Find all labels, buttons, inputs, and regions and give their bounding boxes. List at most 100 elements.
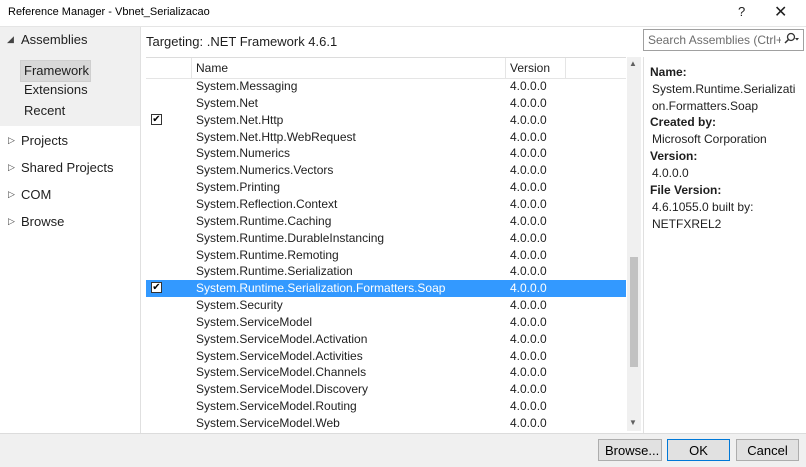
assembly-version: 4.0.0.0 [510, 348, 547, 363]
sidebar-item-com[interactable]: ▷ COM [0, 183, 140, 209]
left-navigation-pane: ◢ Assemblies Framework Extensions Recent… [0, 27, 141, 433]
table-row[interactable]: System.ServiceModel 4.0.0.0 [146, 314, 626, 331]
table-row[interactable]: System.Runtime.Caching 4.0.0.0 [146, 213, 626, 230]
assembly-name: System.ServiceModel.Channels [196, 365, 367, 380]
assembly-name: System.ServiceModel.Routing [196, 399, 357, 414]
assembly-name: System.ServiceModel [196, 314, 313, 329]
row-checkbox[interactable]: ✔ [151, 282, 162, 294]
assembly-name: System.Net.Http.WebRequest [196, 129, 356, 144]
assembly-name: System.ServiceModel.Web [196, 416, 340, 430]
table-row[interactable]: System.ServiceModel.Web 4.0.0.0 [146, 415, 626, 432]
ok-button[interactable]: OK [667, 439, 730, 461]
scrollbar-thumb[interactable] [630, 257, 638, 367]
table-row[interactable]: ✔ System.Net.Http 4.0.0.0 [146, 112, 626, 129]
assembly-name: System.Net [196, 95, 259, 110]
scroll-down-icon[interactable]: ▼ [629, 418, 637, 427]
sidebar-item-framework[interactable]: Framework [20, 60, 91, 82]
assembly-name: System.Numerics.Vectors [196, 163, 334, 178]
assembly-name: System.Messaging [196, 79, 298, 93]
assembly-name: System.Net.Http [196, 112, 284, 127]
assembly-version: 4.0.0.0 [510, 382, 547, 397]
search-input[interactable]: Search Assemblies (Ctrl+E) [643, 29, 804, 51]
sidebar-item-recent[interactable]: Recent [21, 101, 90, 121]
scroll-up-icon[interactable]: ▲ [629, 59, 637, 68]
assembly-name: System.Runtime.Caching [196, 213, 332, 228]
sidebar-item-extensions[interactable]: Extensions [21, 80, 90, 100]
sidebar-category-label: COM [21, 187, 52, 202]
table-row[interactable]: System.ServiceModel.Discovery 4.0.0.0 [146, 381, 626, 398]
collapsed-triangle-icon: ▷ [8, 216, 15, 226]
cancel-button[interactable]: Cancel [736, 439, 799, 461]
assemblies-label: Assemblies [21, 32, 88, 47]
assembly-name: System.Runtime.Serialization [196, 264, 353, 279]
checkbox-column-header[interactable] [146, 58, 192, 78]
assembly-version: 4.0.0.0 [510, 365, 547, 380]
assemblies-header[interactable]: ◢ Assemblies [0, 27, 140, 53]
assembly-version: 4.0.0.0 [510, 247, 547, 262]
assembly-name: System.ServiceModel.Activation [196, 331, 368, 346]
vertical-scrollbar[interactable]: ▲ ▼ [627, 57, 641, 431]
assembly-name: System.Printing [196, 180, 281, 195]
table-row[interactable]: System.ServiceModel.Activities 4.0.0.0 [146, 348, 626, 365]
search-icon[interactable] [783, 32, 801, 49]
table-row[interactable]: System.Runtime.DurableInstancing 4.0.0.0 [146, 230, 626, 247]
sidebar-item-projects[interactable]: ▷ Projects [0, 129, 140, 155]
table-row[interactable]: System.Numerics 4.0.0.0 [146, 145, 626, 162]
table-row[interactable]: System.Security 4.0.0.0 [146, 297, 626, 314]
table-row[interactable]: System.Messaging 4.0.0.0 [146, 78, 626, 95]
name-value: System.Runtime.Serialization.Formatters.… [652, 82, 796, 113]
version-column-header[interactable]: Version [506, 58, 566, 78]
table-row[interactable]: System.Reflection.Context 4.0.0.0 [146, 196, 626, 213]
assembly-version: 4.0.0.0 [510, 331, 547, 346]
table-row[interactable]: System.Runtime.Serialization 4.0.0.0 [146, 263, 626, 280]
assembly-list[interactable]: Name Version System.Messaging 4.0.0.0 Syst… [146, 57, 626, 432]
assembly-version: 4.0.0.0 [510, 146, 547, 161]
table-row[interactable]: ✔ System.Runtime.Serialization.Formatters… [146, 280, 626, 298]
sidebar-category-label: Browse [21, 214, 65, 229]
file-version-value: 4.6.1055.0 built by: NETFXREL2 [652, 200, 754, 231]
assembly-version: 4.0.0.0 [510, 281, 547, 296]
title-bar: Reference Manager - Vbnet_Serializacao ?… [0, 0, 806, 27]
assemblies-section: ◢ Assemblies Framework Extensions Recent [0, 27, 140, 126]
table-row[interactable]: System.Net 4.0.0.0 [146, 95, 626, 112]
table-row[interactable]: System.Printing 4.0.0.0 [146, 179, 626, 196]
help-icon[interactable]: ? [738, 4, 745, 19]
sidebar-item-browse[interactable]: ▷ Browse [0, 210, 140, 236]
assembly-version: 4.0.0.0 [510, 213, 547, 228]
file-version-label: File Version: [650, 183, 722, 197]
row-checkbox[interactable]: ✔ [151, 113, 162, 125]
sidebar-item-shared-projects[interactable]: ▷ Shared Projects [0, 156, 140, 182]
details-pane: Name: System.Runtime.Serialization.Forma… [643, 57, 806, 433]
table-row[interactable]: System.Runtime.Remoting 4.0.0.0 [146, 247, 626, 264]
table-row[interactable]: System.Net.Http.WebRequest 4.0.0.0 [146, 129, 626, 146]
assembly-version: 4.0.0.0 [510, 79, 547, 93]
column-header-row: Name Version [146, 58, 626, 79]
created-by-value: Microsoft Corporation [652, 132, 767, 146]
collapsed-triangle-icon: ▷ [8, 135, 15, 145]
assembly-version: 4.0.0.0 [510, 399, 547, 414]
collapsed-triangle-icon: ▷ [8, 189, 15, 199]
name-column-header[interactable]: Name [192, 58, 506, 78]
assembly-name: System.Runtime.Serialization.Formatters.… [196, 281, 446, 296]
assembly-version: 4.0.0.0 [510, 196, 547, 211]
assembly-version: 4.0.0.0 [510, 230, 547, 245]
assembly-name: System.Runtime.DurableInstancing [196, 230, 385, 245]
name-label: Name: [650, 65, 687, 79]
assembly-version: 4.0.0.0 [510, 163, 547, 178]
version-label: Version: [650, 149, 698, 163]
assembly-name: System.Reflection.Context [196, 196, 338, 211]
close-icon[interactable]: ✕ [774, 2, 787, 22]
browse-button[interactable]: Browse... [598, 439, 662, 461]
assembly-version: 4.0.0.0 [510, 95, 547, 110]
assembly-name: System.Security [196, 298, 283, 313]
table-row[interactable]: System.Numerics.Vectors 4.0.0.0 [146, 162, 626, 179]
expanded-triangle-icon[interactable]: ◢ [7, 34, 14, 45]
search-placeholder: Search Assemblies (Ctrl+E) [648, 33, 781, 47]
targeting-label: Targeting: .NET Framework 4.6.1 [146, 34, 338, 49]
assembly-version: 4.0.0.0 [510, 180, 547, 195]
sidebar-category-label: Projects [21, 133, 68, 148]
table-row[interactable]: System.ServiceModel.Channels 4.0.0.0 [146, 364, 626, 381]
table-row[interactable]: System.ServiceModel.Routing 4.0.0.0 [146, 398, 626, 415]
table-row[interactable]: System.ServiceModel.Activation 4.0.0.0 [146, 331, 626, 348]
assembly-version: 4.0.0.0 [510, 129, 547, 144]
